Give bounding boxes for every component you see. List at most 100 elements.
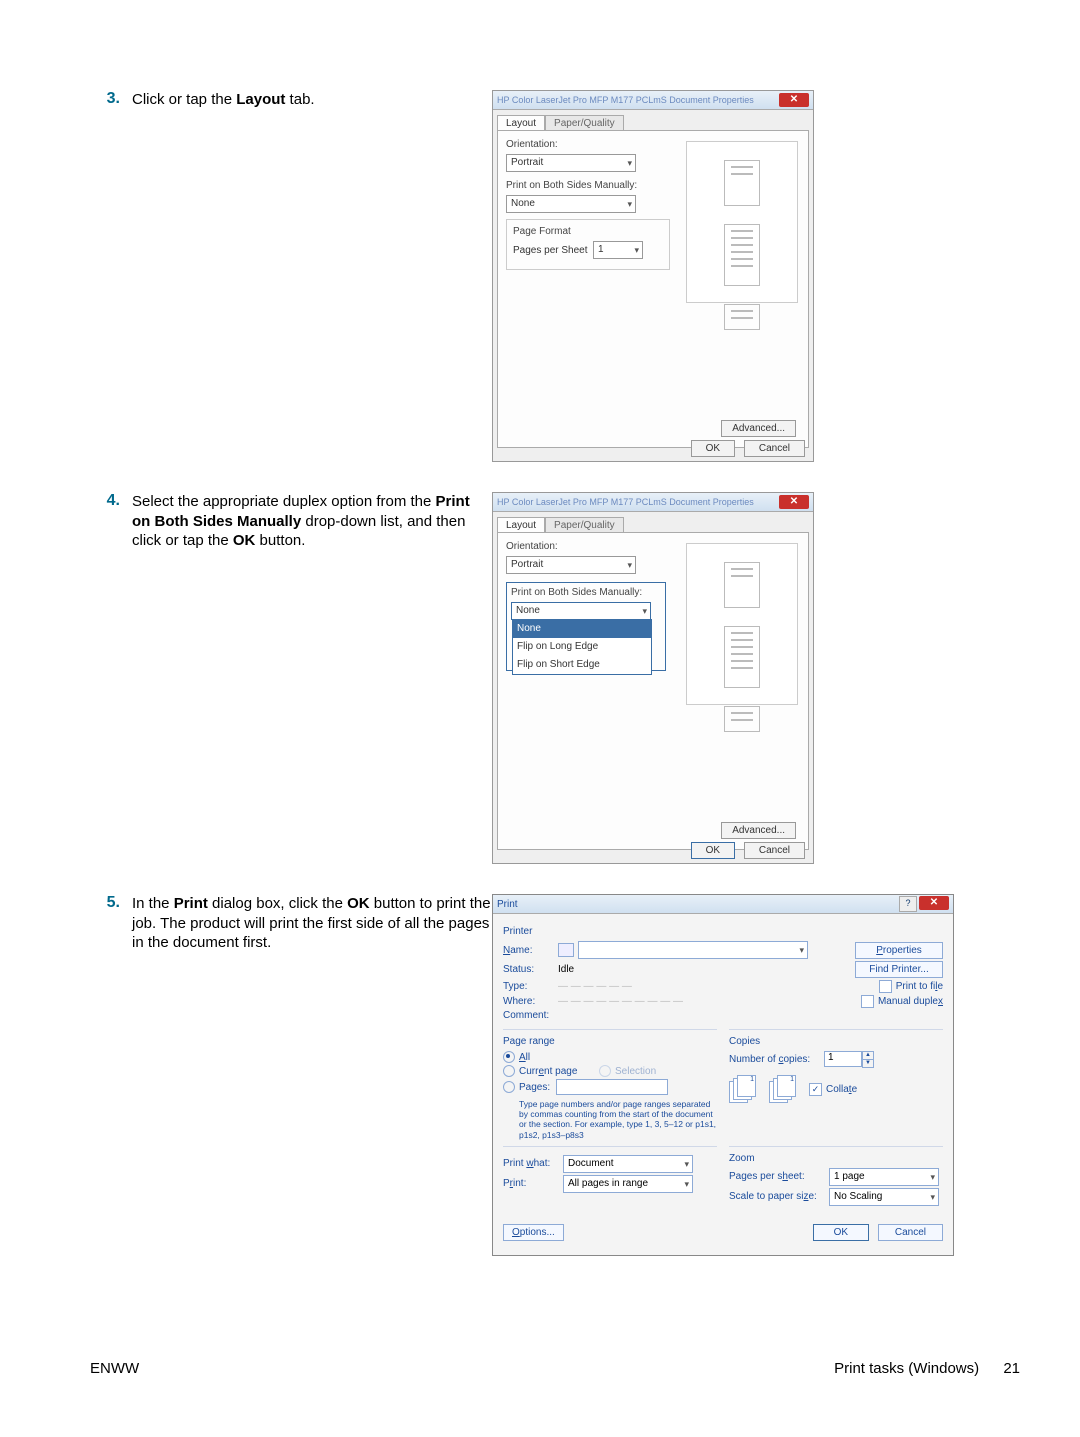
b: OK bbox=[233, 532, 256, 549]
dialog-titlebar: HP Color LaserJet Pro MFP M177 PCLmS Doc… bbox=[493, 493, 813, 512]
where-label: Where: bbox=[503, 996, 558, 1007]
tab-paper-quality[interactable]: Paper/Quality bbox=[545, 115, 624, 131]
doc-properties-dialog-2: HP Color LaserJet Pro MFP M177 PCLmS Doc… bbox=[492, 492, 814, 864]
doc-properties-dialog-1: HP Color LaserJet Pro MFP M177 PCLmS Doc… bbox=[492, 90, 814, 462]
option-flip-short[interactable]: Flip on Short Edge bbox=[513, 656, 651, 674]
current-page-label: Current page bbox=[519, 1066, 599, 1077]
page-range-group: Page range All Current page Selection Pa… bbox=[503, 1029, 717, 1146]
tab-strip: LayoutPaper/Quality bbox=[493, 512, 813, 532]
cancel-button[interactable]: Cancel bbox=[744, 440, 805, 457]
v: None bbox=[516, 605, 540, 616]
cancel-button[interactable]: Cancel bbox=[744, 842, 805, 859]
dialog-buttons: OK Cancel bbox=[685, 440, 805, 457]
printer-icon bbox=[558, 943, 574, 957]
close-icon[interactable]: ✕ bbox=[919, 896, 949, 910]
page-format-group: Page Format Pages per Sheet 1 bbox=[506, 219, 670, 270]
window-controls: ? ✕ bbox=[899, 896, 949, 912]
ok-button[interactable]: OK bbox=[691, 440, 735, 457]
collate-checkbox[interactable]: ✓ bbox=[809, 1083, 822, 1096]
pps-row: Pages per Sheet 1 bbox=[513, 241, 663, 259]
pps-label: Pages per sheet: bbox=[729, 1171, 829, 1182]
dialog-title: Print bbox=[497, 899, 518, 910]
help-icon[interactable]: ? bbox=[899, 896, 917, 912]
radio-selection bbox=[599, 1065, 611, 1077]
dialog-title: HP Color LaserJet Pro MFP M177 PCLmS Doc… bbox=[497, 497, 754, 507]
ok-button[interactable]: OK bbox=[813, 1224, 869, 1241]
zoom-heading: Zoom bbox=[729, 1153, 943, 1164]
collate-icon: 321 bbox=[729, 1075, 769, 1103]
step-3-row: 3. Click or tap the Layout tab. HP Color… bbox=[90, 90, 1020, 462]
radio-all[interactable] bbox=[503, 1051, 515, 1063]
layout-preview bbox=[686, 141, 798, 303]
advanced-button[interactable]: Advanced... bbox=[721, 822, 796, 839]
where-value: — — — — — — — — — — bbox=[558, 996, 683, 1007]
page-footer: ENWW Print tasks (Windows) 21 bbox=[90, 1360, 1020, 1377]
b: Print bbox=[174, 895, 208, 912]
num-copies-label: Number of copies: bbox=[729, 1054, 824, 1065]
print-what-select[interactable]: Document bbox=[563, 1155, 693, 1173]
v: None bbox=[511, 198, 535, 209]
doc-preview-icon bbox=[724, 160, 760, 206]
find-printer-button[interactable]: Find Printer... bbox=[855, 961, 943, 978]
printer-name-select[interactable] bbox=[578, 941, 808, 959]
scale-label: Scale to paper size: bbox=[729, 1191, 829, 1202]
section-title: Print tasks (Windows) bbox=[834, 1360, 979, 1377]
orientation-select[interactable]: Portrait bbox=[506, 556, 636, 574]
duplex-select-open[interactable]: None None Flip on Long Edge Flip on Shor… bbox=[511, 602, 651, 620]
v: Portrait bbox=[511, 559, 543, 570]
radio-current-page[interactable] bbox=[503, 1065, 515, 1077]
cancel-button[interactable]: Cancel bbox=[878, 1224, 943, 1241]
num-copies-spinner[interactable]: 1 bbox=[824, 1051, 862, 1067]
option-flip-long[interactable]: Flip on Long Edge bbox=[513, 638, 651, 656]
printer-group: Printer Name: Properties Status: Idle Fi… bbox=[503, 920, 943, 1029]
print-dialog: Print ? ✕ Printer Name: Properties Statu… bbox=[492, 894, 954, 1256]
orientation-select[interactable]: Portrait bbox=[506, 154, 636, 172]
duplex-select[interactable]: None bbox=[506, 195, 636, 213]
duplex-group-highlighted: Print on Both Sides Manually: None None … bbox=[506, 582, 666, 671]
footer-right: Print tasks (Windows) 21 bbox=[834, 1360, 1020, 1377]
print-to-file-label: Print to file bbox=[896, 981, 943, 992]
doc-preview-icon bbox=[724, 224, 760, 286]
step-4-text: Select the appropriate duplex option fro… bbox=[132, 492, 492, 551]
layout-tab-panel: Orientation: Portrait Print on Both Side… bbox=[497, 532, 809, 850]
type-value: — — — — — — bbox=[558, 981, 632, 992]
tab-layout[interactable]: Layout bbox=[497, 115, 545, 131]
manual-duplex-label: Manual duplex bbox=[878, 996, 943, 1007]
step-5-text: In the Print dialog box, click the OK bu… bbox=[132, 894, 492, 953]
spinner-buttons[interactable]: ▲ ▼ bbox=[862, 1051, 874, 1067]
pages-hint: Type page numbers and/or page ranges sep… bbox=[519, 1099, 717, 1140]
option-none[interactable]: None bbox=[513, 620, 651, 638]
radio-pages[interactable] bbox=[503, 1081, 515, 1093]
options-button[interactable]: Options... bbox=[503, 1224, 564, 1241]
pps-select[interactable]: 1 bbox=[593, 241, 643, 259]
print-to-file-checkbox[interactable] bbox=[879, 980, 892, 993]
pages-label: Pages: bbox=[519, 1082, 550, 1093]
t: In the bbox=[132, 895, 174, 912]
dialog-buttons: OK Cancel bbox=[685, 842, 805, 859]
print-label: Print: bbox=[503, 1178, 563, 1189]
page-number: 21 bbox=[1003, 1360, 1020, 1377]
duplex-label: Print on Both Sides Manually: bbox=[511, 587, 661, 598]
tab-paper-quality[interactable]: Paper/Quality bbox=[545, 517, 624, 533]
copies-group: Copies Number of copies: 1 ▲ ▼ 321 bbox=[729, 1029, 943, 1146]
close-icon[interactable]: ✕ bbox=[779, 495, 809, 509]
print-range-select[interactable]: All pages in range bbox=[563, 1175, 693, 1193]
content: 3. Click or tap the Layout tab. HP Color… bbox=[90, 90, 1020, 1286]
page-format-label: Page Format bbox=[513, 226, 663, 237]
zoom-pps-select[interactable]: 1 page bbox=[829, 1168, 939, 1186]
all-label: All bbox=[519, 1052, 530, 1063]
manual-duplex-checkbox[interactable] bbox=[861, 995, 874, 1008]
close-icon[interactable]: ✕ bbox=[779, 93, 809, 107]
tab-layout[interactable]: Layout bbox=[497, 517, 545, 533]
scale-select[interactable]: No Scaling bbox=[829, 1188, 939, 1206]
advanced-button[interactable]: Advanced... bbox=[721, 420, 796, 437]
page-range-heading: Page range bbox=[503, 1036, 717, 1047]
type-label: Type: bbox=[503, 981, 558, 992]
pages-input[interactable] bbox=[556, 1079, 668, 1095]
properties-button[interactable]: Properties bbox=[855, 942, 943, 959]
manual-page: 3. Click or tap the Layout tab. HP Color… bbox=[0, 0, 1080, 1437]
b: OK bbox=[347, 895, 370, 912]
copies-heading: Copies bbox=[729, 1036, 943, 1047]
step-4-row: 4. Select the appropriate duplex option … bbox=[90, 492, 1020, 864]
ok-button[interactable]: OK bbox=[691, 842, 735, 859]
